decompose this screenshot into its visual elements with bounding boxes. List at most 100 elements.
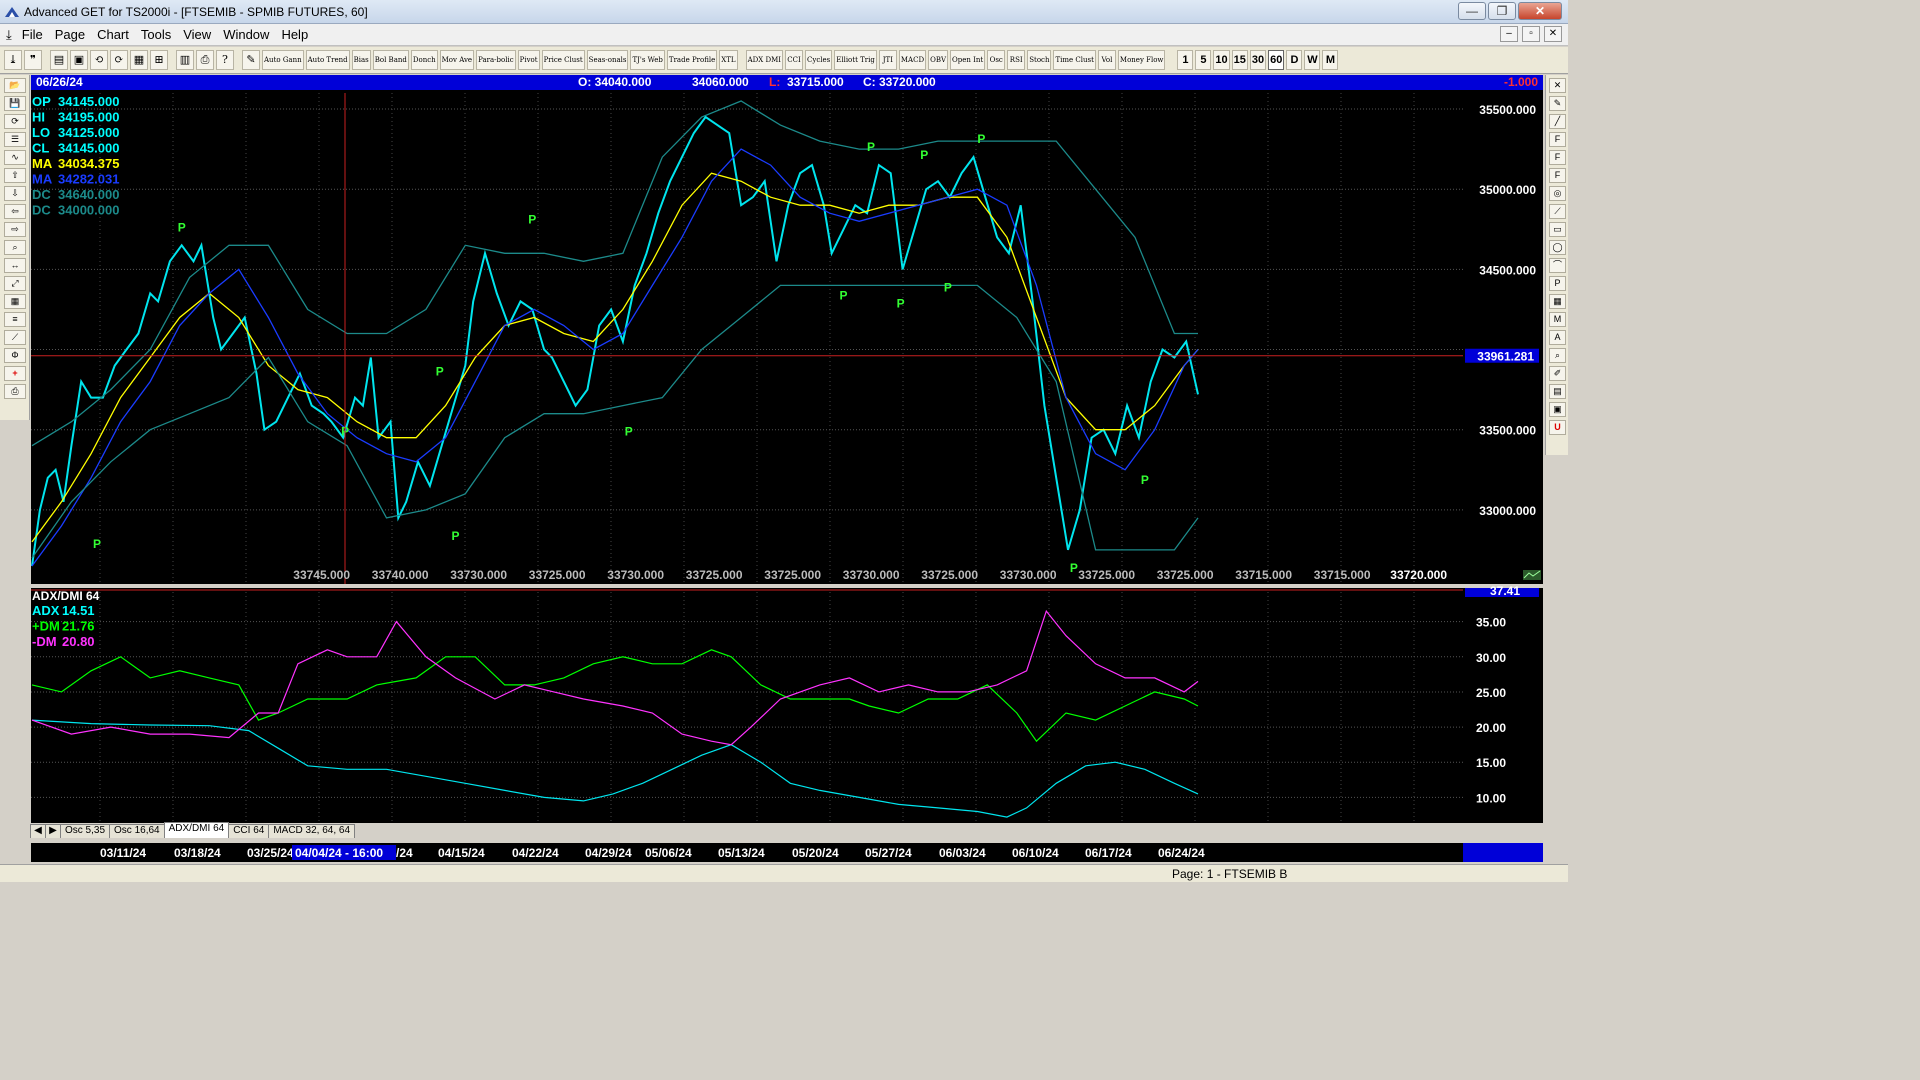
left-tool-right-icon[interactable]: ⇨ — [4, 222, 26, 237]
tab-study-2[interactable]: ADX/DMI 64 — [163, 822, 230, 838]
right-tool-line-icon[interactable]: ╱ — [1549, 114, 1566, 129]
tab-scroll-right[interactable]: ▶ — [45, 824, 61, 838]
right-tool-grid-icon[interactable]: ▦ — [1549, 294, 1566, 309]
study-button-23[interactable]: Stoch — [1027, 50, 1052, 70]
right-tool-pti-icon[interactable]: P — [1549, 276, 1566, 291]
toolbar-icon-8[interactable]: ▥ — [176, 50, 194, 70]
study-button-17[interactable]: JTI — [878, 50, 897, 70]
left-tool-grid-icon[interactable]: ▦ — [4, 294, 26, 309]
study-button-4[interactable]: Donch — [410, 50, 438, 70]
left-tool-gann-icon[interactable]: ⟋ — [4, 330, 26, 345]
tab-study-4[interactable]: MACD 32, 64, 64 — [268, 824, 356, 838]
study-button-12[interactable]: XTL — [719, 50, 738, 70]
study-button-22[interactable]: RSI — [1007, 50, 1026, 70]
right-tool-u-icon[interactable]: U — [1549, 420, 1566, 435]
left-tool-span-icon[interactable]: ↔ — [4, 258, 26, 273]
right-tool-zoom-icon[interactable]: ⌕ — [1549, 348, 1566, 363]
right-tool-pen2-icon[interactable]: ✐ — [1549, 366, 1566, 381]
left-tool-reset-icon[interactable]: ⟳ — [4, 114, 26, 129]
right-tool-rect-icon[interactable]: ▭ — [1549, 222, 1566, 237]
left-tool-left-icon[interactable]: ⇦ — [4, 204, 26, 219]
right-tool-fan-icon[interactable]: ⟋ — [1549, 204, 1566, 219]
menu-view[interactable]: View — [181, 27, 213, 42]
menu-tools[interactable]: Tools — [139, 27, 173, 42]
toolbar-icon-3[interactable]: ▣ — [70, 50, 88, 70]
study-button-21[interactable]: Osc — [987, 50, 1006, 70]
study-button-13[interactable]: ADX DMI — [745, 50, 784, 70]
toolbar-icon-4[interactable]: ⟲ — [90, 50, 108, 70]
study-button-16[interactable]: Elliott Trig — [834, 50, 877, 70]
toolbar-icon-5[interactable]: ⟳ — [110, 50, 128, 70]
study-button-24[interactable]: Time Clust — [1053, 50, 1096, 70]
right-tool-fib-time-icon[interactable]: F — [1549, 168, 1566, 183]
timeframe-button-5[interactable]: 5 — [1195, 50, 1212, 70]
right-tool-circle-icon[interactable]: ◎ — [1549, 186, 1566, 201]
left-tool-fib-icon[interactable]: Φ — [4, 348, 26, 363]
right-tool-arc-icon[interactable]: ⌒ — [1549, 258, 1566, 273]
menu-chart[interactable]: Chart — [95, 27, 131, 42]
timeframe-button-15[interactable]: 15 — [1231, 50, 1248, 70]
left-tool-up-icon[interactable]: ⇧ — [4, 168, 26, 183]
menu-file[interactable]: File — [20, 27, 45, 42]
toolbar-icon-6[interactable]: ▦ — [130, 50, 148, 70]
mdi-minimize-button[interactable]: – — [1500, 26, 1518, 42]
timeframe-button-W[interactable]: W — [1304, 50, 1321, 70]
study-button-19[interactable]: OBV — [928, 50, 949, 70]
study-button-11[interactable]: Trade Profile — [666, 50, 718, 70]
toolbar-icon-11[interactable]: ✎ — [242, 50, 260, 70]
study-button-15[interactable]: Cycles — [805, 50, 833, 70]
right-tool-mob-icon[interactable]: M — [1549, 312, 1566, 327]
right-tool-x-icon[interactable]: ✕ — [1549, 78, 1566, 93]
study-button-26[interactable]: Money Flow — [1117, 50, 1166, 70]
right-tool-pen-icon[interactable]: ✎ — [1549, 96, 1566, 111]
left-tool-cross-icon[interactable]: + — [4, 366, 26, 381]
timeframe-button-30[interactable]: 30 — [1249, 50, 1267, 70]
study-button-3[interactable]: Bol Band — [372, 50, 409, 70]
study-button-6[interactable]: Para-bolic — [476, 50, 516, 70]
left-tool-fit-icon[interactable]: ⤢ — [4, 276, 26, 291]
timeframe-button-1[interactable]: 1 — [1177, 50, 1194, 70]
timeframe-button-D[interactable]: D — [1286, 50, 1303, 70]
timeframe-button-M[interactable]: M — [1322, 50, 1339, 70]
menu-window[interactable]: Window — [221, 27, 271, 42]
toolbar-icon-1[interactable]: ❞ — [24, 50, 42, 70]
left-tool-open-icon[interactable]: 📂 — [4, 78, 26, 93]
study-button-25[interactable]: Vol — [1097, 50, 1116, 70]
tab-scroll-left[interactable]: ◀ — [30, 824, 46, 838]
menu-page[interactable]: Page — [53, 27, 87, 42]
right-tool-grid2-icon[interactable]: ▤ — [1549, 384, 1566, 399]
tab-study-0[interactable]: Osc 5,35 — [60, 824, 111, 838]
timeframe-button-60[interactable]: 60 — [1268, 50, 1285, 70]
study-button-2[interactable]: Bias — [351, 50, 371, 70]
chart-area[interactable]: 33000.000 33500.000 34500.000 35000.000 3550… — [0, 0, 1568, 882]
left-tool-print-icon[interactable]: ⎙ — [4, 384, 26, 399]
toolbar-icon-7[interactable]: ⊞ — [150, 50, 168, 70]
toolbar-icon-9[interactable]: ⎙ — [196, 50, 214, 70]
minimize-button[interactable]: — — [1458, 2, 1486, 20]
study-button-18[interactable]: MACD — [898, 50, 927, 70]
toolbar-icon-10[interactable]: ? — [216, 50, 234, 70]
close-button[interactable]: ✕ — [1518, 2, 1562, 20]
study-button-5[interactable]: Mov Ave — [439, 50, 475, 70]
study-button-7[interactable]: Pivot — [517, 50, 540, 70]
study-button-8[interactable]: Price Clust — [541, 50, 585, 70]
study-button-1[interactable]: Auto Trend — [305, 50, 350, 70]
right-tool-calc-icon[interactable]: ▣ — [1549, 402, 1566, 417]
left-tool-lines-icon[interactable]: ≡ — [4, 312, 26, 327]
right-tool-fib-ret-icon[interactable]: F — [1549, 132, 1566, 147]
study-button-20[interactable]: Open Int — [950, 50, 986, 70]
tab-study-1[interactable]: Osc 16,64 — [109, 824, 165, 838]
study-button-0[interactable]: Auto Gann — [262, 50, 304, 70]
tab-study-3[interactable]: CCI 64 — [228, 824, 270, 838]
left-tool-elliott-icon[interactable]: ∿ — [4, 150, 26, 165]
left-tool-down-icon[interactable]: ⇩ — [4, 186, 26, 201]
mdi-restore-button[interactable]: ▫ — [1522, 26, 1540, 42]
left-tool-zoom-icon[interactable]: ⌕ — [4, 240, 26, 255]
study-button-9[interactable]: Seas-onals — [586, 50, 629, 70]
study-button-14[interactable]: CCI — [785, 50, 804, 70]
right-tool-fib-ext-icon[interactable]: F — [1549, 150, 1566, 165]
right-tool-ellips-icon[interactable]: ◯ — [1549, 240, 1566, 255]
toolbar-icon-0[interactable]: ⤓ — [4, 50, 22, 70]
menu-help[interactable]: Help — [279, 27, 310, 42]
left-tool-save-icon[interactable]: 💾 — [4, 96, 26, 111]
